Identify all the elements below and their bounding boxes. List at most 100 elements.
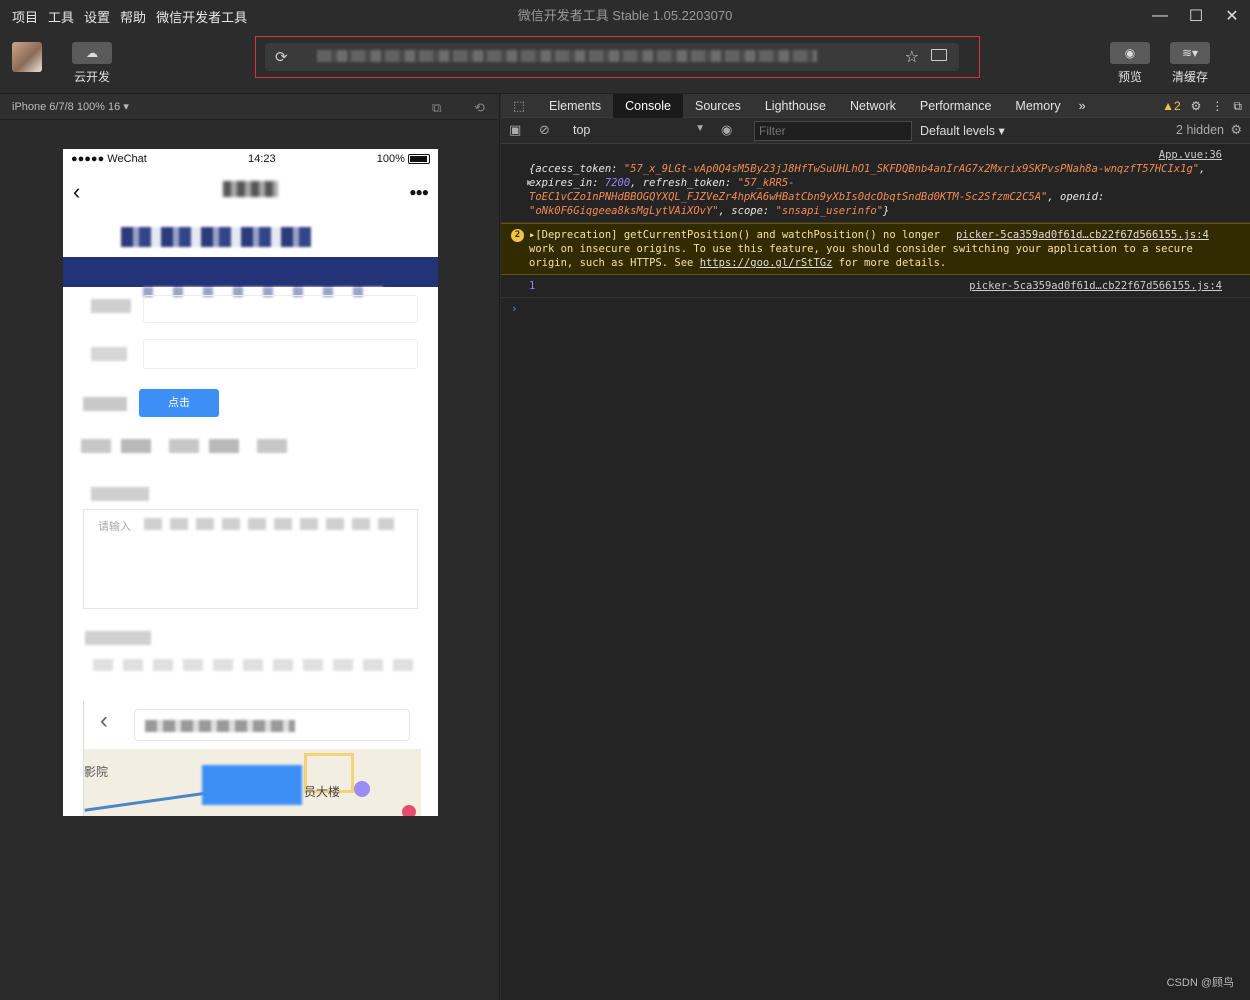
- log-entry-token[interactable]: App.vue:36 ▶ {access_token: "57_x_9LGt-v…: [501, 144, 1250, 223]
- url-text-blurred: [317, 50, 817, 62]
- default-levels-select[interactable]: Default levels ▾: [920, 123, 1005, 138]
- live-expression-eye-icon[interactable]: ◉: [721, 122, 732, 138]
- status-battery: 100%: [377, 153, 430, 165]
- map-back-icon[interactable]: ‹: [100, 707, 108, 735]
- clear-cache-button[interactable]: ≋▾ 清缓存: [1170, 42, 1210, 85]
- rotate-icon[interactable]: ⟲: [474, 100, 485, 116]
- scope-key: , scope:: [718, 205, 776, 217]
- form-input-1[interactable]: [143, 295, 418, 323]
- url-bar[interactable]: ⟳ ☆: [265, 43, 959, 71]
- menu-tools[interactable]: 工具: [48, 7, 74, 26]
- folder-icon[interactable]: [931, 49, 947, 61]
- refresh-token-key: , refresh_token:: [630, 177, 738, 189]
- clear-console-icon[interactable]: ⊘: [539, 122, 550, 138]
- header-text-blurred: [121, 227, 311, 247]
- menu-project[interactable]: 项目: [12, 7, 38, 26]
- console-filter-bar: ▣ ⊘ top ▼ ◉ Default levels ▾ 2 hidden ⚙: [501, 118, 1250, 144]
- map-picker: ‹ 影院 员大楼: [83, 701, 421, 816]
- menu-settings[interactable]: 设置: [84, 7, 110, 26]
- map-poi-icon-2: [402, 805, 416, 816]
- log-entry-warning[interactable]: 2 picker-5ca359ad0f61d…cb22f67d566155.js…: [501, 223, 1250, 275]
- log-object: {access_token: "57_x_9LGt-vAp0Q4sM5By23j…: [529, 163, 1205, 217]
- warning-count: 2: [1173, 99, 1181, 113]
- cloud-dev-button[interactable]: ☁ 云开发: [72, 42, 112, 85]
- context-value: top: [573, 123, 591, 137]
- tab-elements[interactable]: Elements: [537, 94, 613, 118]
- more-icon[interactable]: ●●●: [409, 185, 429, 199]
- map-search-text-blurred: [145, 720, 295, 732]
- log-entry-number[interactable]: 1 picker-5ca359ad0f61d…cb22f67d566155.js…: [501, 275, 1250, 298]
- warning-message: picker-5ca359ad0f61d…cb22f67d566155.js:4…: [529, 228, 1222, 270]
- log-number-value: 1: [529, 280, 536, 292]
- watermark: CSDN @顾鸟: [1166, 977, 1234, 989]
- star-icon[interactable]: ☆: [905, 47, 919, 67]
- status-time: 14:23: [248, 153, 276, 165]
- map-label-building: 员大楼: [304, 785, 341, 799]
- form-input-2[interactable]: [143, 339, 418, 369]
- cloud-dev-label: 云开发: [73, 70, 110, 84]
- devtools-panel: ⬚ Elements Console Sources Lighthouse Ne…: [501, 93, 1250, 1000]
- tab-memory[interactable]: Memory: [1003, 94, 1072, 118]
- log-object-close: }: [883, 205, 890, 217]
- layers-icon: ≋▾: [1170, 42, 1210, 64]
- tab-console[interactable]: Console: [613, 93, 683, 118]
- back-icon[interactable]: ‹: [73, 179, 80, 205]
- more-tabs-icon[interactable]: »: [1073, 94, 1092, 118]
- map-label-left: 影院: [84, 765, 109, 779]
- close-button[interactable]: ✕: [1214, 0, 1250, 32]
- section-title-blurred: [91, 487, 149, 501]
- console-settings-icon[interactable]: ⚙: [1230, 122, 1242, 138]
- warning-source[interactable]: picker-5ca359ad0f61d…cb22f67d566155.js:4: [956, 229, 1209, 241]
- tab-network[interactable]: Network: [838, 94, 908, 118]
- openid-key: , openid:: [1047, 191, 1105, 203]
- device-select[interactable]: iPhone 6/7/8 100% 16 ▾: [12, 100, 129, 113]
- tab-lighthouse[interactable]: Lighthouse: [753, 94, 838, 118]
- context-arrow-icon: ▼: [695, 123, 705, 134]
- inspect-icon[interactable]: ⬚: [501, 94, 537, 118]
- popout-icon[interactable]: ⧉: [432, 100, 441, 116]
- context-select[interactable]: top ▼: [573, 123, 705, 137]
- map-poi-icon: [354, 781, 370, 797]
- textarea[interactable]: 请输入: [83, 509, 418, 609]
- log-number-source[interactable]: picker-5ca359ad0f61d…cb22f67d566155.js:4: [969, 279, 1222, 293]
- row-blurred: [93, 659, 413, 671]
- minimize-button[interactable]: —: [1142, 0, 1178, 32]
- textarea-placeholder: 请输入: [98, 521, 131, 533]
- devtools-tabs: ⬚ Elements Console Sources Lighthouse Ne…: [501, 93, 1250, 118]
- tab-sources[interactable]: Sources: [683, 94, 753, 118]
- log-object-open: {access_token:: [529, 163, 624, 175]
- eye-icon: ◉: [1110, 42, 1150, 64]
- map-view[interactable]: 影院 员大楼: [84, 749, 421, 816]
- console-prompt[interactable]: ›: [501, 298, 1250, 320]
- click-button[interactable]: 点击: [139, 389, 219, 417]
- refresh-icon[interactable]: ⟳: [275, 48, 288, 66]
- warning-badge[interactable]: ▲2: [1162, 99, 1181, 113]
- kebab-menu-icon[interactable]: ⋮: [1211, 99, 1223, 113]
- sidebar-toggle-icon[interactable]: ▣: [509, 122, 521, 138]
- warning-count-icon: 2: [511, 229, 524, 242]
- warning-link[interactable]: https://goo.gl/rStTGz: [700, 257, 833, 269]
- menu-wechat-devtools[interactable]: 微信开发者工具: [156, 7, 247, 26]
- menu-help[interactable]: 帮助: [120, 7, 146, 26]
- hidden-count: 2 hidden: [1176, 123, 1224, 137]
- menu-bar: 项目 工具 设置 帮助 微信开发者工具: [0, 7, 247, 26]
- cloud-icon: ☁: [72, 42, 112, 64]
- placeholder-blurred: [144, 518, 394, 530]
- preview-label: 预览: [1117, 70, 1142, 84]
- filter-input[interactable]: [754, 121, 912, 141]
- preview-button[interactable]: ◉ 预览: [1110, 42, 1150, 85]
- log-source-app-vue[interactable]: App.vue:36: [1159, 148, 1222, 162]
- tab-performance[interactable]: Performance: [908, 94, 1004, 118]
- click-button-label: 点击: [168, 397, 190, 409]
- devtools-right-controls: ▲2 ⚙ ⋮ ⧉: [1162, 94, 1250, 118]
- form-label-3: [83, 397, 127, 411]
- map-search-input[interactable]: [134, 709, 410, 741]
- device-select-label: iPhone 6/7/8 100% 16: [12, 101, 121, 113]
- avatar[interactable]: [12, 42, 42, 72]
- phone-screen: ●●●●● WeChat 14:23 100% ‹ ●●● 点击 请输入 ‹ 影…: [63, 149, 438, 816]
- expand-triangle-icon[interactable]: ▶: [527, 176, 532, 190]
- dock-icon[interactable]: ⧉: [1233, 99, 1242, 114]
- title-bar: 项目 工具 设置 帮助 微信开发者工具 微信开发者工具 Stable 1.05.…: [0, 0, 1250, 32]
- settings-icon[interactable]: ⚙: [1191, 99, 1202, 113]
- maximize-button[interactable]: ☐: [1178, 0, 1214, 32]
